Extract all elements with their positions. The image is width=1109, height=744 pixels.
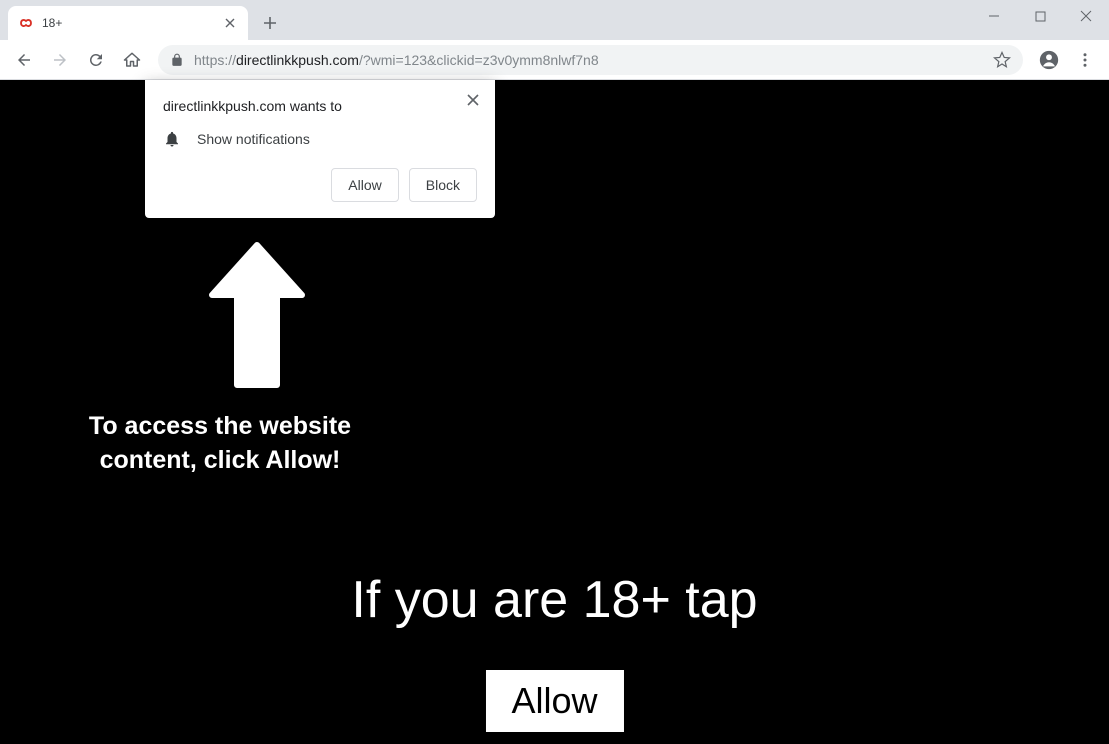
profile-button[interactable] — [1033, 44, 1065, 76]
maximize-icon[interactable] — [1017, 0, 1063, 32]
instruction-text: To access the website content, click All… — [50, 410, 390, 478]
popup-close-icon[interactable] — [463, 90, 483, 110]
tab-close-icon[interactable] — [222, 15, 238, 31]
url-path: /?wmi=123&clickid=z3v0ymm8nlwf7n8 — [359, 52, 599, 68]
minimize-icon[interactable] — [971, 0, 1017, 32]
forward-button[interactable] — [44, 44, 76, 76]
reload-button[interactable] — [80, 44, 112, 76]
bookmark-star-icon[interactable] — [993, 51, 1011, 69]
permission-actions: Allow Block — [163, 168, 477, 202]
block-button[interactable]: Block — [409, 168, 477, 202]
page-content: directlinkkpush.com wants to Show notifi… — [0, 80, 1109, 744]
tab-strip: 18+ — [0, 0, 1109, 40]
age-verification-text: If you are 18+ tap — [0, 570, 1109, 630]
close-window-icon[interactable] — [1063, 0, 1109, 32]
permission-label: Show notifications — [197, 131, 310, 147]
new-tab-button[interactable] — [256, 9, 284, 37]
browser-toolbar: https://directlinkkpush.com/?wmi=123&cli… — [0, 40, 1109, 80]
address-bar[interactable]: https://directlinkkpush.com/?wmi=123&cli… — [158, 45, 1023, 75]
page-allow-button[interactable]: Allow — [485, 670, 623, 732]
browser-tab[interactable]: 18+ — [8, 6, 248, 40]
bell-icon — [163, 130, 181, 148]
arrow-up-icon — [207, 240, 307, 395]
url-scheme: https:// — [194, 52, 236, 68]
permission-title: directlinkkpush.com wants to — [163, 98, 477, 114]
tab-favicon-icon — [18, 15, 34, 31]
url-domain: directlinkkpush.com — [236, 52, 359, 68]
home-button[interactable] — [116, 44, 148, 76]
kebab-menu-icon[interactable] — [1069, 44, 1101, 76]
permission-item: Show notifications — [163, 130, 477, 148]
back-button[interactable] — [8, 44, 40, 76]
window-controls — [971, 0, 1109, 32]
tab-title: 18+ — [42, 16, 214, 30]
allow-button[interactable]: Allow — [331, 168, 398, 202]
lock-icon — [170, 53, 184, 67]
url-display: https://directlinkkpush.com/?wmi=123&cli… — [194, 52, 599, 68]
notification-permission-popup: directlinkkpush.com wants to Show notifi… — [145, 80, 495, 218]
